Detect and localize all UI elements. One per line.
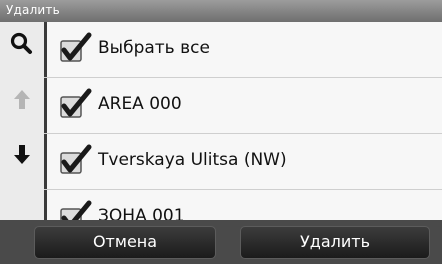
checkbox-checked-icon[interactable] xyxy=(58,200,92,220)
scroll-up-button[interactable] xyxy=(0,78,44,122)
title-bar: Удалить xyxy=(0,0,442,22)
arrow-down-icon xyxy=(14,145,30,164)
items-list: Выбрать все AREA 000 Tverskaya Ulitsa (N… xyxy=(44,22,442,220)
search-icon xyxy=(10,32,32,54)
list-item-label: ЗОНА 001 xyxy=(98,206,185,220)
list-item[interactable]: ЗОНА 001 xyxy=(44,190,442,220)
list-item-label: AREA 000 xyxy=(98,94,182,114)
scroll-down-button[interactable] xyxy=(0,132,44,176)
list-item[interactable]: Tverskaya Ulitsa (NW) xyxy=(44,134,442,190)
checkbox-checked-icon[interactable] xyxy=(58,144,92,178)
list-item-label: Выбрать все xyxy=(98,38,210,58)
checkbox-checked-icon[interactable] xyxy=(58,88,92,122)
page-title: Удалить xyxy=(6,3,60,17)
delete-button[interactable]: Удалить xyxy=(240,226,430,259)
list-item-label: Tverskaya Ulitsa (NW) xyxy=(98,150,287,170)
sidebar xyxy=(0,22,44,220)
checkbox-checked-icon[interactable] xyxy=(58,32,92,66)
bottom-toolbar: Отмена Удалить xyxy=(0,220,442,264)
arrow-up-icon xyxy=(14,90,30,109)
cancel-button[interactable]: Отмена xyxy=(34,226,216,259)
list-item[interactable]: AREA 000 xyxy=(44,78,442,134)
delete-screen: Удалить Выбрать все AREA 000 Tverskaya U… xyxy=(0,0,442,264)
search-button[interactable] xyxy=(0,22,44,66)
list-item[interactable]: Выбрать все xyxy=(44,22,442,78)
